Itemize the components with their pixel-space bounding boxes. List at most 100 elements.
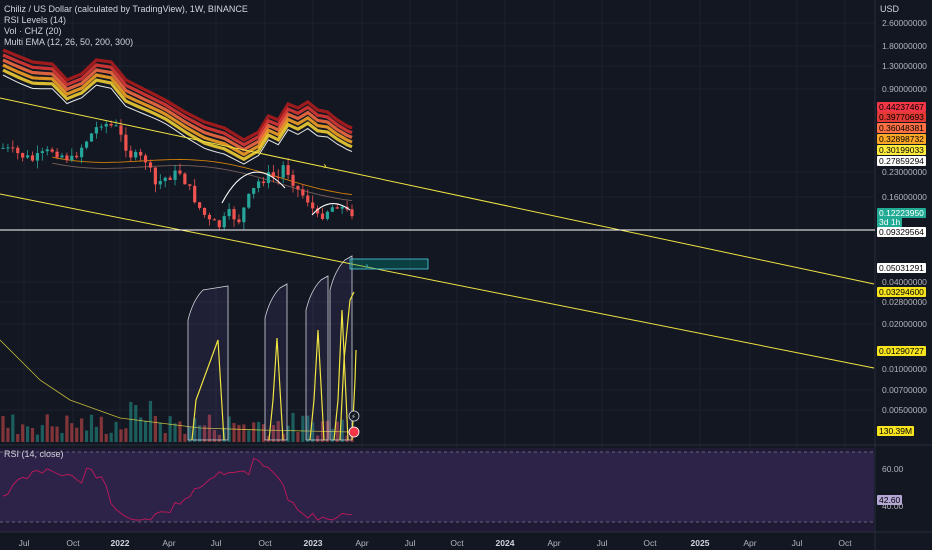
candle-body [232,209,236,220]
candle-body [148,162,153,168]
volume-bar [109,432,113,442]
price-label: 0.39770693 [877,112,926,122]
candle-body [89,133,94,142]
candle-body [247,193,251,208]
candle-body [158,181,162,185]
price-label: 0.32898732 [877,134,926,144]
oscillator-lines [187,255,357,441]
volume-bar [30,428,35,442]
time-tick-label: Jul [596,538,608,548]
volume-bar [257,421,261,442]
lower-trendline[interactable] [0,193,875,369]
candle-body [271,172,275,177]
indicator-multi-ema[interactable]: Multi EMA (12, 26, 50, 200, 300) [4,37,248,48]
chart-canvas[interactable]: › › ⚡ [0,0,932,550]
price-label: 0.05031291 [877,263,926,273]
time-tick-label: Oct [643,538,657,548]
candle-body [335,207,339,209]
price-label: 3d 1h [877,217,903,227]
candle-body [257,181,261,189]
candle-body [104,123,108,127]
volume-bar [183,433,187,442]
flag-event-icon[interactable] [348,426,360,438]
arrow-marker-1: › [323,161,327,172]
indicator-volume[interactable]: Vol · CHZ (20) [4,26,248,37]
symbol-title[interactable]: Chiliz / US Dollar (calculated by Tradin… [4,4,248,15]
candle-body [301,189,305,196]
candle-body [65,155,69,161]
candle-body [325,211,330,219]
candle-body [21,153,25,158]
time-tick-label: Jul [18,538,30,548]
volume-bar [178,421,182,442]
rsi-tick-label: 40.00 [882,501,904,511]
price-tick-label: 0.02000000 [882,319,927,329]
candle-body [60,155,64,158]
rsi-band [0,452,874,522]
candle-body [237,219,241,223]
candle-body [222,216,226,228]
currency-label[interactable]: USD [880,4,899,14]
volume-bar [134,405,138,442]
candle-body [139,151,143,156]
time-tick-label: Apr [355,538,369,548]
candle-body [276,176,280,178]
candle-body [80,147,84,158]
volume-bars [0,339,354,442]
candle-body [261,181,266,184]
time-tick-label: Apr [743,538,757,548]
target-zone-box[interactable] [349,258,429,270]
price-tick-label: 0.02800000 [882,297,927,307]
volume-bar [153,415,157,442]
candle-body [45,149,49,152]
ema-slow-line [52,162,353,202]
price-tick-label: 0.04000000 [882,277,927,287]
volume-bar [252,422,256,442]
volume-bar [242,424,246,442]
candle-body [109,123,113,126]
candle-body [6,147,10,149]
candle-body [153,167,157,185]
volume-bar [124,428,128,442]
time-tick-label: Oct [258,538,272,548]
candle-body [143,155,148,163]
candle-body [11,147,15,149]
volume-bar [99,416,103,442]
volume-bar [80,418,84,442]
time-tick-label: 2023 [303,538,323,548]
volume-bar [1,416,5,442]
candle-body [163,177,167,182]
candle-body [124,134,128,151]
time-tick-label: Jul [404,538,416,548]
volume-bar [60,432,64,442]
volume-bar [6,427,10,442]
time-tick-label: 2022 [110,538,130,548]
time-tick-label: Oct [66,538,80,548]
price-tick-label: 0.00500000 [882,405,927,415]
volume-bar [237,424,241,442]
oscillator-line [351,349,357,441]
candle-body [75,155,79,158]
volume-bar [65,415,69,442]
price-tick-label: 2.60000000 [882,18,927,28]
candle-body [119,125,123,135]
volume-bar [168,416,172,442]
candle-body [311,202,315,209]
upper-trendline[interactable] [0,97,875,285]
price-tick-label: 0.90000000 [882,84,927,94]
candle-body [217,220,221,228]
candle-body [25,155,30,158]
candle-body [340,206,344,209]
volume-bar [35,434,40,442]
volume-bar [45,414,49,442]
price-tick-label: 0.23000000 [882,167,927,177]
volume-bar [11,414,15,442]
volume-ma-line [0,339,353,433]
volume-bar [232,423,236,442]
volume-bar [119,429,123,442]
rsi-legend[interactable]: RSI (14, close) [4,449,64,459]
volume-bar [296,431,300,442]
indicator-rsi-levels[interactable]: RSI Levels (14) [4,15,248,26]
candle-body [227,209,231,217]
candle-body [134,151,138,158]
